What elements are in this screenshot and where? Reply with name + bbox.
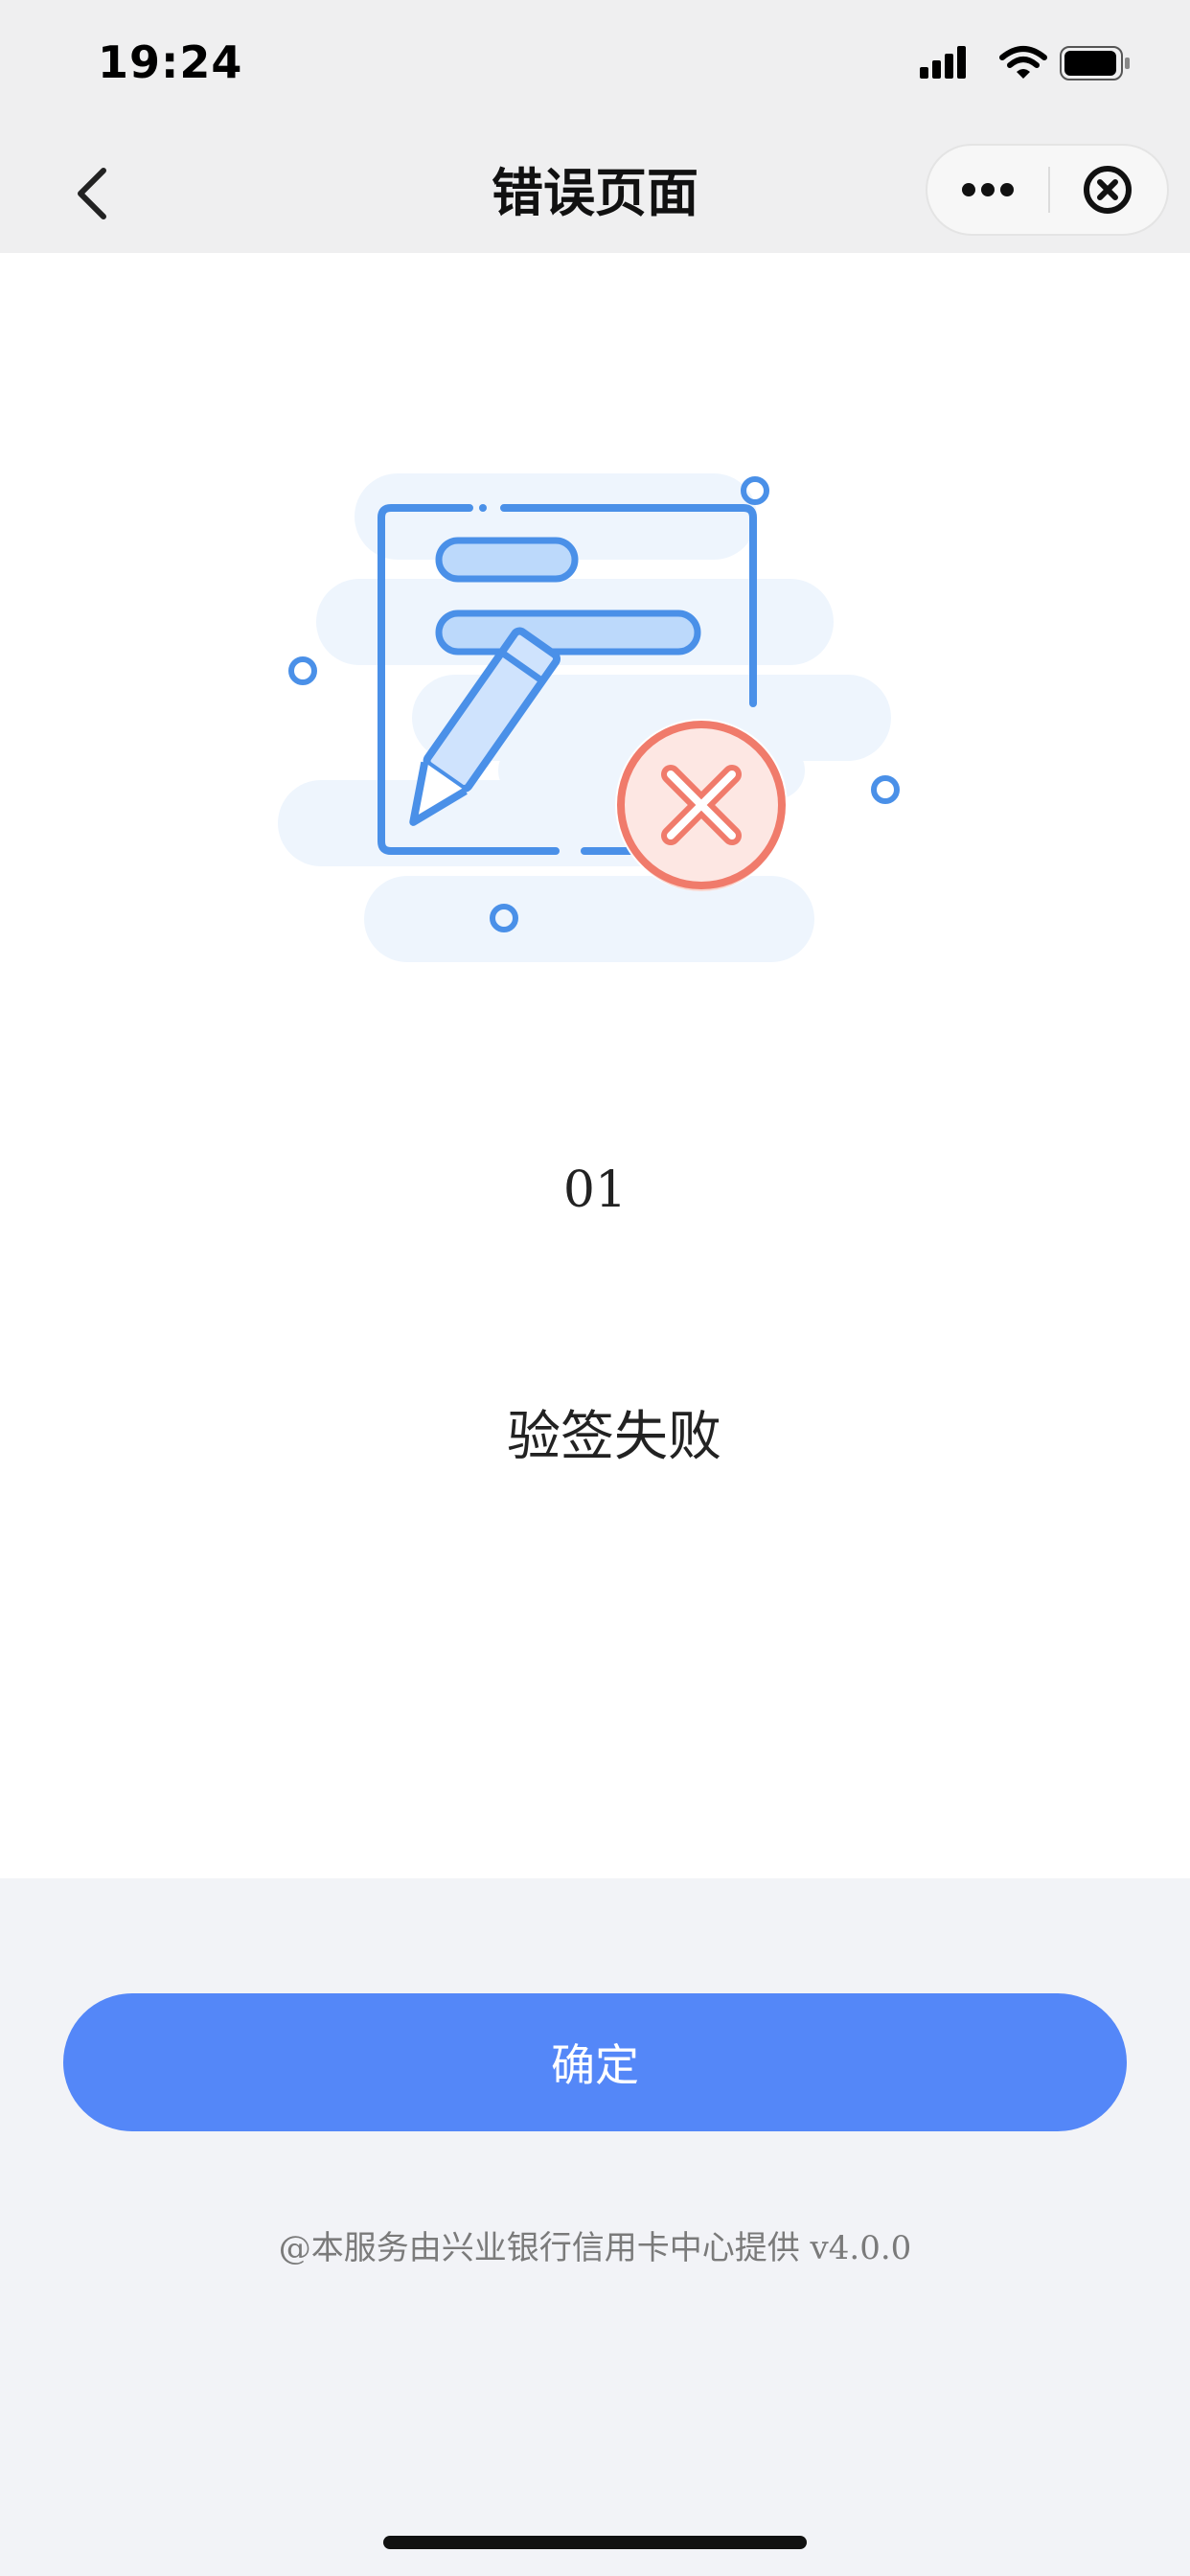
status-time: 19:24 [98,36,243,88]
battery-icon [1060,46,1130,80]
more-dots-icon[interactable] [927,146,1048,234]
home-indicator[interactable] [383,2536,807,2549]
nav-bar: 错误页面 [0,134,1190,253]
close-circle-icon[interactable] [1050,146,1169,234]
confirm-button[interactable]: 确定 [63,1993,1127,2131]
footer-text: @本服务由兴业银行信用卡中心提供 v4.0.0 [278,2229,912,2267]
mini-program-capsule [926,144,1169,236]
status-bar: 19:24 [0,0,1190,134]
status-icons [920,46,1130,80]
error-code: 01 [562,1162,628,1219]
document-error-illustration [278,473,900,962]
error-message: 验签失败 [507,1406,721,1468]
content-card: 01 验签失败 [0,253,1190,1878]
wifi-icon [999,46,1047,79]
signal-icon [920,46,966,79]
